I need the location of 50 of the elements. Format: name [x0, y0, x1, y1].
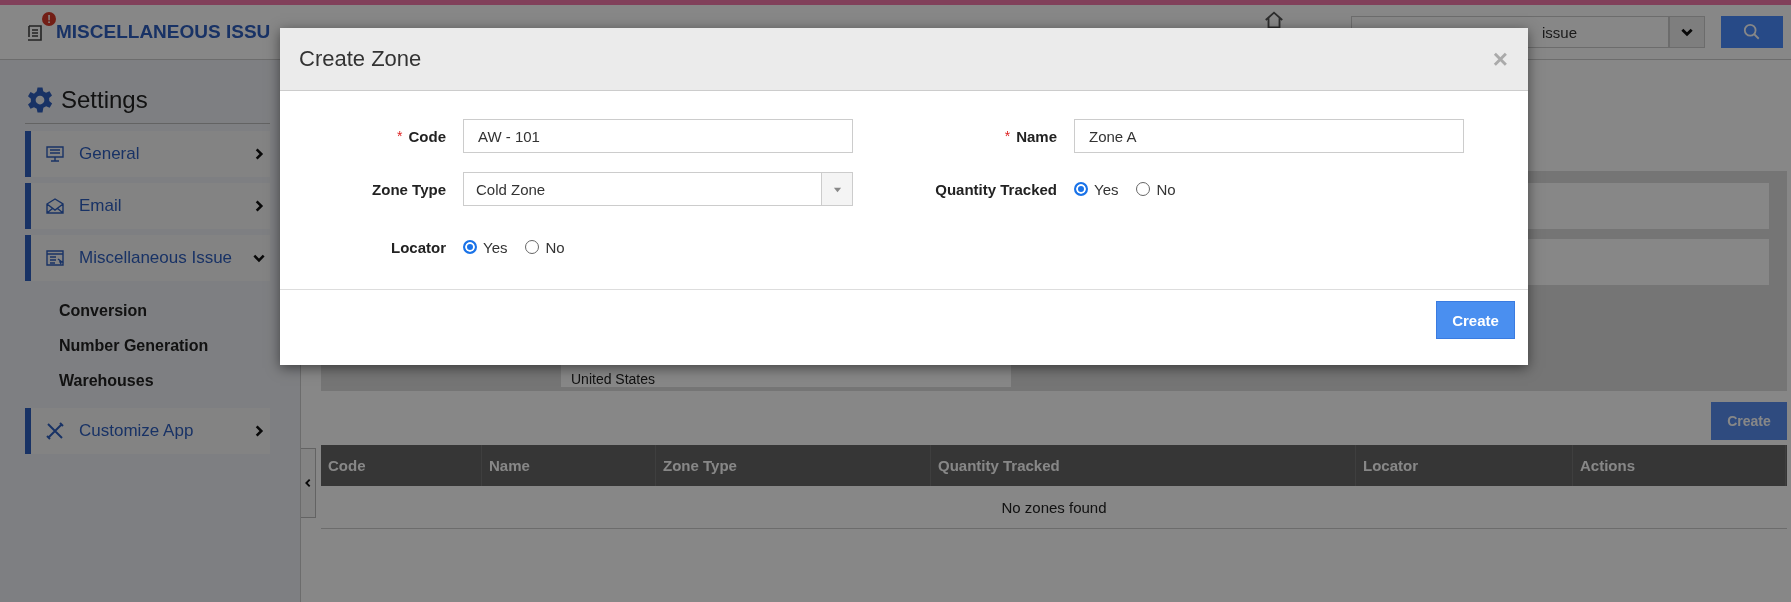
column-header: Code	[321, 445, 482, 486]
field-label: Zone Type	[372, 180, 446, 198]
create-button[interactable]: Create	[1711, 402, 1787, 440]
sidebar-title: Settings	[61, 86, 148, 114]
close-button[interactable]: ×	[1490, 43, 1510, 75]
select-field[interactable]: Cold Zone	[463, 172, 853, 206]
sidebar-item[interactable]: Miscellaneous Issue	[25, 235, 270, 281]
radio-button[interactable]	[463, 240, 477, 254]
collapse-handle[interactable]	[301, 448, 316, 518]
dialog-title: Create Zone	[299, 46, 422, 72]
envelope-icon	[45, 196, 65, 216]
sidebar-item[interactable]: General	[25, 131, 270, 177]
required-mark: *	[1004, 128, 1011, 144]
radio-label: Yes	[1094, 180, 1119, 198]
chevron-left-icon	[303, 477, 313, 489]
home-icon[interactable]	[1262, 9, 1286, 31]
text-input[interactable]: Zone A	[1074, 119, 1464, 153]
monitor-icon	[45, 144, 65, 164]
sidebar-item[interactable]: Customize App	[25, 408, 270, 454]
radio-button[interactable]	[1136, 182, 1151, 196]
address-text: United States	[571, 371, 656, 387]
column-header: Actions	[1573, 445, 1786, 486]
column-header: Name	[482, 445, 656, 486]
radio-button[interactable]	[525, 240, 540, 254]
empty-message: No zones found	[1001, 498, 1107, 516]
column-header: Quantity Tracked	[931, 445, 1356, 486]
field-label: Locator	[391, 238, 446, 256]
field-label: Quantity Tracked	[935, 180, 1057, 198]
submenu-item[interactable]: Conversion	[59, 293, 270, 328]
submenu-item[interactable]: Number Generation	[59, 328, 270, 363]
text-input[interactable]: AW - 101	[463, 119, 853, 153]
tools-icon	[45, 421, 65, 441]
dropdown-button[interactable]	[1669, 16, 1705, 48]
window-icon	[45, 248, 65, 268]
notification-badge: !	[42, 12, 56, 26]
radio-label: No	[545, 238, 565, 256]
radio-label: Yes	[483, 238, 508, 256]
radio-label: No	[1156, 180, 1176, 198]
column-header: Locator	[1356, 445, 1573, 486]
column-header: Zone Type	[656, 445, 931, 486]
field-label: Name	[1016, 127, 1057, 145]
radio-button[interactable]	[1074, 182, 1088, 196]
app-title: MISCELLANEOUS ISSU	[56, 21, 271, 43]
create-button[interactable]: Create	[1436, 301, 1515, 339]
field-label: Code	[408, 127, 446, 145]
search-icon	[1743, 23, 1761, 41]
gear-icon	[25, 85, 55, 115]
required-mark: *	[397, 128, 403, 144]
sidebar-item[interactable]: Email	[25, 183, 270, 229]
submenu-item[interactable]: Warehouses	[59, 363, 270, 398]
